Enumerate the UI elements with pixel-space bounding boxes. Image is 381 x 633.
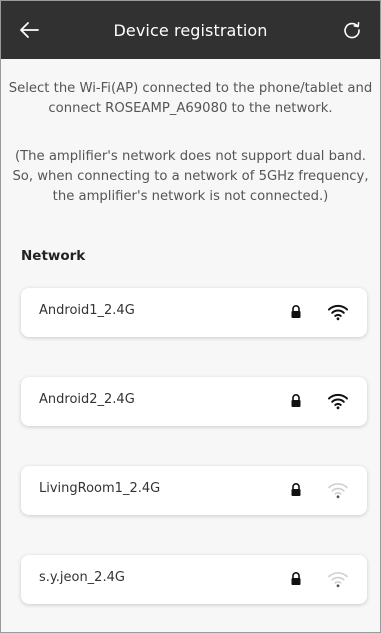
network-item-android2[interactable]: Android2_2.4G	[21, 377, 367, 426]
back-button[interactable]	[15, 16, 43, 44]
network-ssid: Android1_2.4G	[39, 303, 135, 318]
instruction-line: Select the Wi-Fi(AP) connected to the ph…	[8, 81, 373, 96]
page-title: Device registration	[113, 20, 268, 40]
app-screen: Device registration Select the Wi-Fi(AP)…	[0, 0, 381, 633]
arrow-left-icon	[20, 22, 39, 38]
note-line: (The amplifier's network does not suppor…	[14, 149, 367, 164]
network-ssid: Android2_2.4G	[39, 392, 135, 407]
dual-band-note: (The amplifier's network does not suppor…	[1, 147, 380, 207]
top-app-bar: Device registration	[1, 1, 380, 59]
wifi-weak-icon	[328, 572, 348, 588]
refresh-button[interactable]	[338, 16, 366, 44]
note-line: the amplifier's network is not connected…	[52, 189, 329, 204]
lock-icon	[291, 305, 301, 318]
lock-icon	[291, 394, 301, 407]
refresh-icon	[344, 22, 360, 39]
lock-icon	[291, 483, 301, 496]
wifi-strong-icon	[328, 304, 348, 321]
lock-icon	[291, 572, 301, 585]
network-ssid: LivingRoom1_2.4G	[39, 481, 161, 496]
wifi-strong-icon	[328, 393, 348, 410]
network-item-android1[interactable]: Android1_2.4G	[21, 288, 367, 337]
network-ssid: s.y.jeon_2.4G	[39, 570, 125, 585]
network-item-livingroom1[interactable]: LivingRoom1_2.4G	[21, 466, 367, 515]
wifi-weak-icon	[328, 483, 348, 499]
network-section-title: Network	[21, 248, 86, 264]
instruction-line: connect ROSEAMP_A69080 to the network.	[48, 101, 333, 116]
note-line: So, when connecting to a network of 5GHz…	[12, 169, 369, 184]
content-area: Select the Wi-Fi(AP) connected to the ph…	[1, 59, 380, 632]
network-item-syjeon[interactable]: s.y.jeon_2.4G	[21, 555, 367, 604]
instruction-text: Select the Wi-Fi(AP) connected to the ph…	[1, 79, 380, 119]
